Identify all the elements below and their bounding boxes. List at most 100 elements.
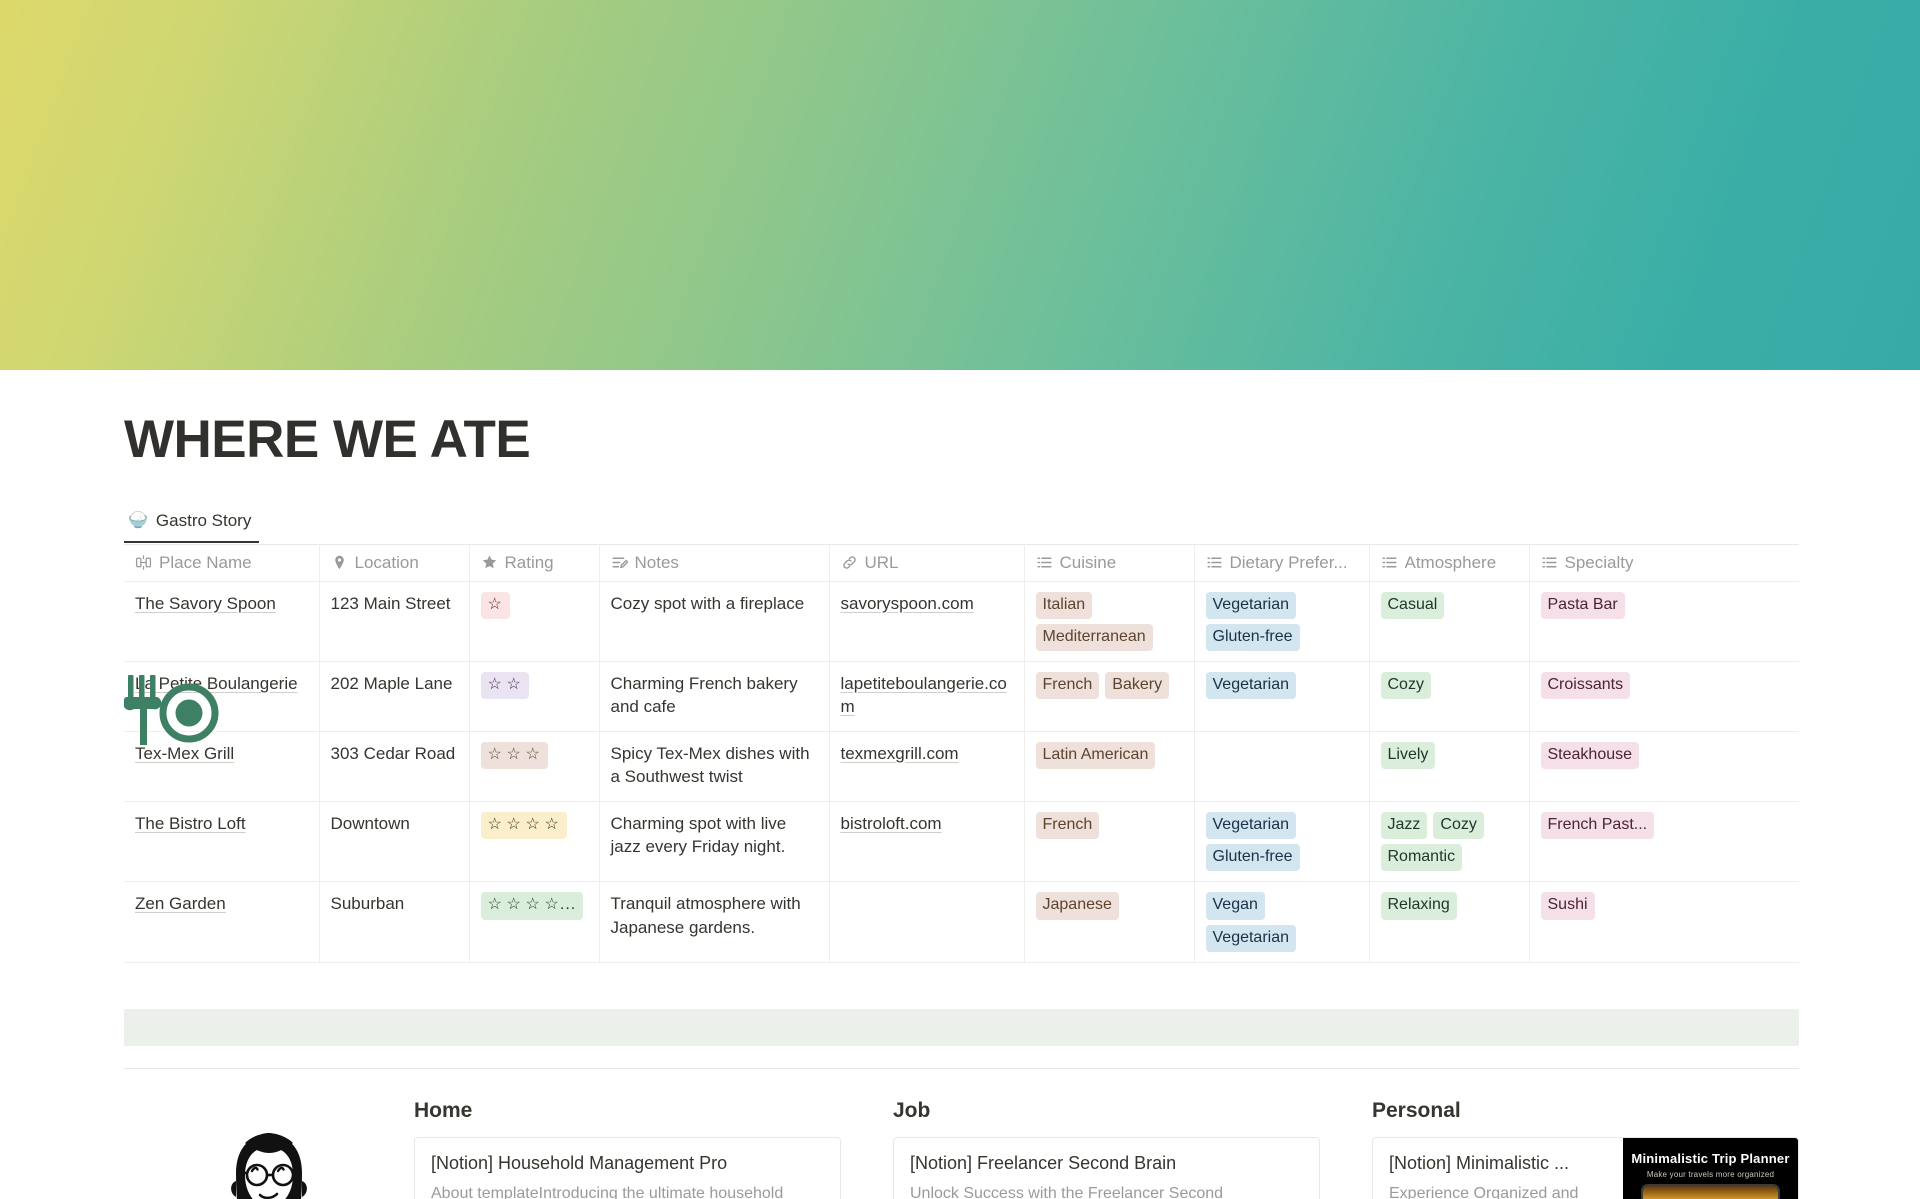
cell-atmosphere[interactable]: Lively [1369,731,1530,803]
tag[interactable]: Croissants [1540,672,1631,700]
cell-notes[interactable]: Tranquil atmosphere with Japanese garden… [599,881,830,963]
cell-url[interactable]: lapetiteboulangerie.com [829,661,1025,733]
gallery-card[interactable]: [Notion] Household Management Pro About … [414,1136,841,1199]
cell-specialty[interactable]: Croissants [1529,661,1799,733]
table-row[interactable]: Zen Garden Suburban ☆ ☆ ☆ ☆... Tranquil atm… [124,881,1799,963]
cell-rating[interactable]: ☆ ☆ ☆ ☆... [469,881,600,963]
cell-rating[interactable]: ☆ ☆ ☆ ☆ [469,801,600,883]
cell-location[interactable]: Suburban [319,881,470,963]
tag[interactable]: French [1035,812,1100,840]
cell-dietary-preferences[interactable] [1194,731,1370,803]
place-name-link[interactable]: The Savory Spoon [135,594,276,613]
cell-location[interactable]: 303 Cedar Road [319,731,470,803]
cell-dietary-preferences[interactable]: Vegan Vegetarian [1194,881,1370,963]
tag[interactable]: Vegetarian [1205,924,1297,952]
tag[interactable]: Bakery [1105,672,1170,700]
tag[interactable]: Latin American [1035,742,1156,770]
cell-atmosphere[interactable]: Cozy [1369,661,1530,733]
cell-dietary-preferences[interactable]: Vegetarian Gluten-free [1194,581,1370,663]
tag[interactable]: Gluten-free [1205,623,1300,652]
column-header-cuisine[interactable]: Cuisine [1024,544,1195,582]
column-header-atmosphere[interactable]: Atmosphere [1369,544,1530,582]
tag[interactable]: Vegetarian [1205,591,1297,619]
tag[interactable]: Cozy [1433,812,1484,840]
tag[interactable]: Romantic [1380,844,1463,872]
tag[interactable]: ☆ ☆ ☆ ☆... [480,892,584,920]
cell-atmosphere[interactable]: Jazz Cozy Romantic [1369,801,1530,883]
cell-atmosphere[interactable]: Relaxing [1369,881,1530,963]
tag[interactable]: ☆ ☆ [480,672,529,700]
tag[interactable]: Steakhouse [1540,742,1640,770]
tag[interactable]: Pasta Bar [1540,591,1625,619]
cell-cuisine[interactable]: Latin American [1024,731,1195,803]
cell-atmosphere[interactable]: Casual [1369,581,1530,663]
url-link[interactable]: lapetiteboulangerie.com [841,674,1007,716]
cell-rating[interactable]: ☆ [469,581,600,663]
cell-cuisine[interactable]: Italian Mediterranean [1024,581,1195,663]
cell-location[interactable]: 202 Maple Lane [319,661,470,733]
cell-notes[interactable]: Charming spot with live jazz every Frida… [599,801,830,883]
place-name-link[interactable]: Tex-Mex Grill [135,744,234,763]
tag[interactable]: Gluten-free [1205,844,1300,872]
cell-location[interactable]: Downtown [319,801,470,883]
cell-notes[interactable]: Charming French bakery and cafe [599,661,830,733]
tag[interactable]: Japanese [1035,892,1119,920]
tag[interactable]: ☆ [480,591,510,619]
cell-cuisine[interactable]: French [1024,801,1195,883]
place-name-link[interactable]: The Bistro Loft [135,814,246,833]
cell-dietary-preferences[interactable]: Vegetarian Gluten-free [1194,801,1370,883]
table-row[interactable]: La Petite Boulangerie 202 Maple Lane ☆ ☆ Ch… [124,661,1799,733]
cell-notes[interactable]: Cozy spot with a fireplace [599,581,830,663]
cell-place-name[interactable]: Zen Garden [124,881,320,963]
cell-specialty[interactable]: Steakhouse [1529,731,1799,803]
table-row[interactable]: The Bistro Loft Downtown ☆ ☆ ☆ ☆ Charming s… [124,801,1799,883]
tag[interactable]: Lively [1380,742,1436,770]
place-name-link[interactable]: Zen Garden [135,894,226,913]
tag[interactable]: French [1035,672,1100,700]
tab-gastro-story[interactable]: 🍚 Gastro Story [124,507,260,543]
column-header-rating[interactable]: Rating [469,544,600,582]
tag[interactable]: Relaxing [1380,892,1457,920]
cell-place-name[interactable]: The Savory Spoon [124,581,320,663]
column-header-location[interactable]: Location [319,544,470,582]
column-header-dietary-preferences[interactable]: Dietary Prefer... [1194,544,1370,582]
cell-cuisine[interactable]: French Bakery [1024,661,1195,733]
tag[interactable]: Sushi [1540,892,1595,920]
column-header-place-name[interactable]: Place Name [124,544,320,582]
tag[interactable]: Vegetarian [1205,812,1297,840]
cell-location[interactable]: 123 Main Street [319,581,470,663]
column-header-specialty[interactable]: Specialty [1529,544,1799,582]
cell-url[interactable]: bistroloft.com [829,801,1025,883]
cell-specialty[interactable]: Sushi [1529,881,1799,963]
gallery-card[interactable]: [Notion] Freelancer Second Brain Unlock … [893,1136,1320,1199]
cell-specialty[interactable]: French Past... [1529,801,1799,883]
url-link[interactable]: bistroloft.com [841,814,942,833]
cell-dietary-preferences[interactable]: Vegetarian [1194,661,1370,733]
cell-url[interactable]: savoryspoon.com [829,581,1025,663]
tag[interactable]: Vegan [1205,892,1265,920]
cell-rating[interactable]: ☆ ☆ ☆ [469,731,600,803]
url-link[interactable]: savoryspoon.com [841,594,974,613]
table-row[interactable]: The Savory Spoon 123 Main Street ☆ Cozy spo… [124,581,1799,663]
cell-specialty[interactable]: Pasta Bar [1529,581,1799,663]
cell-cuisine[interactable]: Japanese [1024,881,1195,963]
url-link[interactable]: texmexgrill.com [841,744,959,763]
cell-url[interactable] [829,881,1025,963]
tag[interactable]: Cozy [1380,672,1431,700]
cell-rating[interactable]: ☆ ☆ [469,661,600,733]
tag[interactable]: Casual [1380,591,1445,619]
tag[interactable]: ☆ ☆ ☆ [480,742,548,770]
tag[interactable]: Mediterranean [1035,623,1153,652]
cell-url[interactable]: texmexgrill.com [829,731,1025,803]
column-header-notes[interactable]: Notes [599,544,830,582]
tag[interactable]: French Past... [1540,812,1655,840]
cell-notes[interactable]: Spicy Tex-Mex dishes with a Southwest tw… [599,731,830,803]
tag[interactable]: Italian [1035,591,1093,619]
column-header-url[interactable]: URL [829,544,1025,582]
tag[interactable]: Jazz [1380,812,1428,840]
gallery-card[interactable]: [Notion] Minimalistic ... Experience Org… [1372,1136,1799,1199]
tag[interactable]: ☆ ☆ ☆ ☆ [480,812,567,840]
tag[interactable]: Vegetarian [1205,672,1297,700]
cell-place-name[interactable]: The Bistro Loft [124,801,320,883]
table-row[interactable]: Tex-Mex Grill 303 Cedar Road ☆ ☆ ☆ Spicy Te… [124,731,1799,803]
